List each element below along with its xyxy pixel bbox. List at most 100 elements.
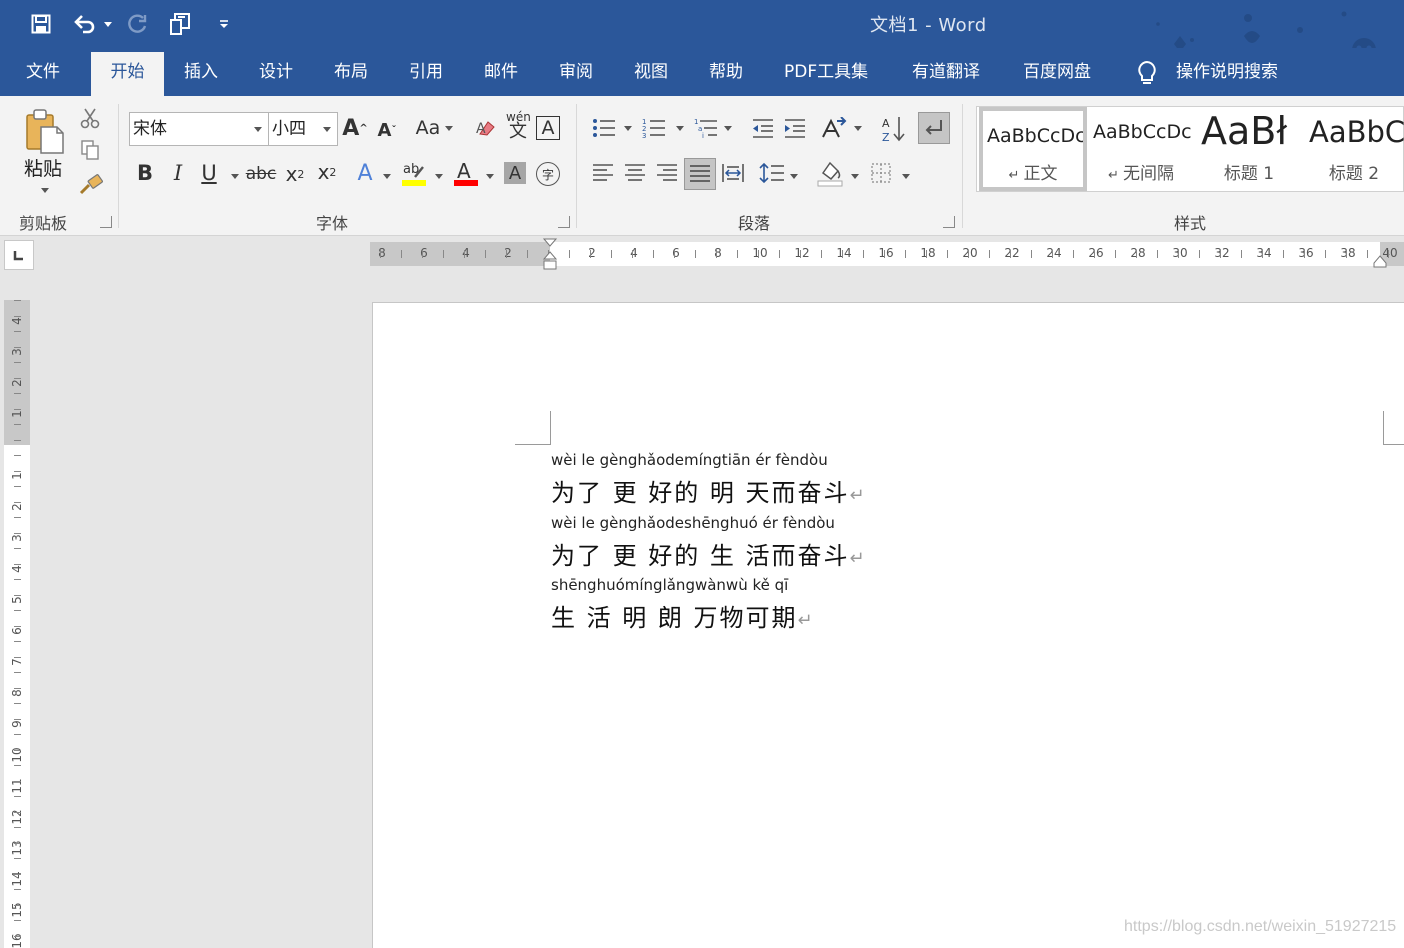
borders-icon[interactable] <box>868 160 894 186</box>
borders-dropdown-icon[interactable] <box>902 174 910 179</box>
undo-icon[interactable] <box>70 10 100 38</box>
line-spacing-icon[interactable] <box>758 160 786 186</box>
ruler-tick <box>14 610 21 611</box>
style-no-spacing[interactable]: AaBbCcDc ↵ 无间隔 <box>1087 107 1195 191</box>
pinyin-line-2[interactable]: wèi le gènghǎodeshēnghuó ér fèndòu <box>551 514 835 532</box>
format-painter-icon[interactable] <box>78 172 104 196</box>
highlight-dropdown-icon[interactable] <box>435 174 443 179</box>
cut-icon[interactable] <box>78 106 102 130</box>
undo-dropdown-icon[interactable] <box>104 22 112 27</box>
font-color-dropdown-icon[interactable] <box>486 174 494 179</box>
chinese-layout-icon[interactable] <box>820 114 850 142</box>
underline-dropdown-icon[interactable] <box>231 174 239 179</box>
numbering-icon[interactable]: 123 <box>640 114 668 142</box>
font-launcher-icon[interactable] <box>558 216 570 228</box>
tab-references[interactable]: 引用 <box>409 48 443 96</box>
vertical-ruler[interactable]: 4 3 2 1 1 2 3 4 5 6 7 8 9 10 11 12 13 14 15 16 <box>4 300 30 948</box>
text-effects-dropdown-icon[interactable] <box>383 174 391 179</box>
numbering-dropdown-icon[interactable] <box>676 126 684 131</box>
font-size-dropdown-icon[interactable] <box>323 127 331 132</box>
bold-icon[interactable]: B <box>134 160 156 186</box>
lightbulb-icon[interactable] <box>1136 60 1158 86</box>
underline-icon[interactable]: U <box>198 160 220 186</box>
customize-qat-icon[interactable] <box>214 10 234 38</box>
save-icon[interactable] <box>26 10 56 38</box>
text-line-3[interactable]: 生 活 明 朗 万物可期↵ <box>551 598 813 633</box>
tab-review[interactable]: 审阅 <box>559 48 593 96</box>
italic-icon[interactable]: I <box>167 160 189 186</box>
increase-indent-icon[interactable] <box>782 114 808 142</box>
ruler-tick <box>14 672 21 673</box>
distributed-align-icon[interactable] <box>720 160 746 186</box>
font-name-dropdown-icon[interactable] <box>254 127 262 132</box>
tab-mailings[interactable]: 邮件 <box>484 48 518 96</box>
style-heading-2[interactable]: AaBbC 标题 2 <box>1303 107 1404 191</box>
redo-icon[interactable] <box>124 10 152 38</box>
pinyin-line-1[interactable]: wèi le gènghǎodemíngtiān ér fèndòu <box>551 451 828 469</box>
chinese-layout-dropdown-icon[interactable] <box>854 126 862 131</box>
show-hide-marks-icon[interactable] <box>918 112 950 144</box>
shading-icon[interactable] <box>816 158 844 188</box>
character-shading-icon[interactable]: A <box>504 162 526 184</box>
shading-dropdown-icon[interactable] <box>851 174 859 179</box>
enclose-characters-icon[interactable]: 字 <box>536 162 560 186</box>
style-heading-1[interactable]: AaBł 标题 1 <box>1195 107 1303 191</box>
character-border-icon[interactable]: A <box>536 116 560 140</box>
highlight-icon[interactable]: ab <box>400 158 428 188</box>
ruler-tick <box>926 250 927 258</box>
bullets-icon[interactable] <box>590 114 618 142</box>
horizontal-ruler[interactable]: 8 6 4 2 2 4 6 8 10 12 14 16 18 20 22 24 26 28 30 32 34 36 38 40 <box>370 238 1404 270</box>
tell-me-search[interactable]: 操作说明搜索 <box>1176 48 1278 96</box>
change-case-icon[interactable]: Aa <box>412 114 444 142</box>
paste-label[interactable]: 粘贴 <box>24 154 62 181</box>
tab-layout[interactable]: 布局 <box>334 48 368 96</box>
line-spacing-dropdown-icon[interactable] <box>790 174 798 179</box>
shrink-font-icon[interactable]: Aˇ <box>374 116 400 144</box>
tab-design[interactable]: 设计 <box>259 48 293 96</box>
justify-icon[interactable] <box>684 158 716 190</box>
copy-icon[interactable] <box>78 138 102 162</box>
phonetic-guide-icon[interactable]: wén 文 <box>506 110 531 141</box>
clipboard-launcher-icon[interactable] <box>100 216 112 228</box>
multilevel-list-icon[interactable]: 1ai <box>692 114 720 142</box>
tab-help[interactable]: 帮助 <box>709 48 743 96</box>
sort-icon[interactable]: AZ <box>880 114 906 144</box>
font-size-combo[interactable]: 小四 <box>268 112 338 146</box>
strikethrough-icon[interactable]: abc <box>246 162 277 186</box>
grow-font-icon[interactable]: A ^ <box>342 114 368 142</box>
align-left-icon[interactable] <box>590 160 616 186</box>
style-normal[interactable]: AaBbCcDc ↵ 正文 <box>979 107 1087 191</box>
tab-youdao-translate[interactable]: 有道翻译 <box>912 48 980 96</box>
paste-dropdown-icon[interactable] <box>41 188 49 193</box>
bullets-dropdown-icon[interactable] <box>624 126 632 131</box>
decrease-indent-icon[interactable] <box>750 114 776 142</box>
clear-formatting-icon[interactable]: A <box>472 114 498 142</box>
document-page[interactable]: wèi le gènghǎodemíngtiān ér fèndòu 为了 更 … <box>372 302 1404 948</box>
tab-view[interactable]: 视图 <box>634 48 668 96</box>
superscript-icon[interactable]: x2 <box>315 158 339 186</box>
indent-markers-icon[interactable] <box>543 238 557 274</box>
paragraph-launcher-icon[interactable] <box>943 216 955 228</box>
text-effects-icon[interactable]: A <box>352 160 378 186</box>
paragraph-mark: ↵ <box>797 610 813 631</box>
align-center-icon[interactable] <box>622 160 648 186</box>
multilevel-list-dropdown-icon[interactable] <box>724 126 732 131</box>
text-line-2[interactable]: 为了 更 好的 生 活而奋斗↵ <box>551 536 865 571</box>
tab-insert[interactable]: 插入 <box>184 48 218 96</box>
align-right-icon[interactable] <box>654 160 680 186</box>
change-case-dropdown-icon[interactable] <box>445 126 453 131</box>
tab-selector[interactable] <box>4 240 34 270</box>
tab-baidu-netdisk[interactable]: 百度网盘 <box>1023 48 1091 96</box>
font-name-combo[interactable]: 宋体 <box>129 112 269 146</box>
ruler-tick <box>1325 250 1326 258</box>
touch-mode-icon[interactable] <box>166 10 196 38</box>
text-line-1[interactable]: 为了 更 好的 明 天而奋斗↵ <box>551 473 865 508</box>
pinyin-line-3[interactable]: shēnghuómínglǎngwànwù kě qī <box>551 576 788 594</box>
subscript-icon[interactable]: x2 <box>283 160 307 188</box>
tab-pdf-tools[interactable]: PDF工具集 <box>784 48 868 96</box>
paste-icon[interactable] <box>22 106 68 156</box>
tab-home[interactable]: 开始 <box>91 52 164 96</box>
font-color-icon[interactable]: A <box>452 158 480 188</box>
tab-file[interactable]: 文件 <box>26 48 60 96</box>
right-indent-icon[interactable] <box>1373 254 1387 268</box>
